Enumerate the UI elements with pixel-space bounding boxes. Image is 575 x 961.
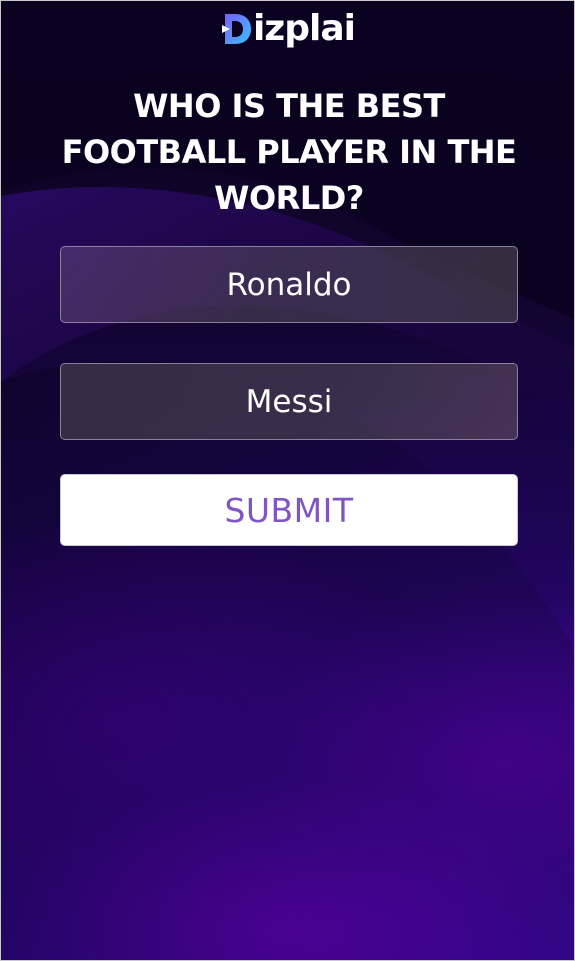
option-button-messi[interactable]: Messi — [60, 363, 518, 440]
brand-logo: izplai — [1, 8, 574, 49]
dizplai-d-logo-icon — [221, 14, 251, 44]
option-button-ronaldo[interactable]: Ronaldo — [60, 246, 518, 323]
submit-button[interactable]: SUBMIT — [60, 474, 518, 546]
brand-name: izplai — [252, 8, 356, 49]
submit-label: SUBMIT — [224, 490, 354, 530]
option-label: Messi — [245, 383, 333, 420]
poll-screen: izplai WHO IS THE BEST FOOTBALL PLAYER I… — [0, 0, 575, 961]
poll-question: WHO IS THE BEST FOOTBALL PLAYER IN THE W… — [61, 87, 517, 217]
option-label: Ronaldo — [226, 266, 352, 303]
